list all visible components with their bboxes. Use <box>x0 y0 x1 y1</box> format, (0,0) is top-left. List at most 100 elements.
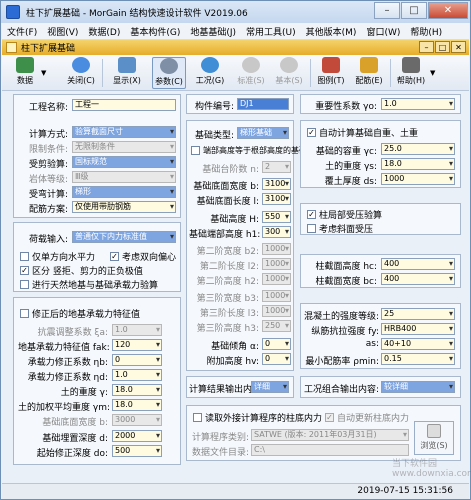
load-input-select[interactable]: 普通仅下内力标准值 <box>72 231 176 243</box>
height-h2-input[interactable]: 1000 <box>262 273 291 285</box>
bending-select[interactable]: 梯形 <box>72 186 176 198</box>
calc-method-select[interactable]: 验算截面尺寸 <box>72 126 176 138</box>
min-ratio-select[interactable]: 0.15 <box>381 353 455 365</box>
help-tool-button[interactable]: 帮助(H) <box>394 57 428 89</box>
width-b-input[interactable]: 3100 <box>262 178 291 190</box>
case-output-panel: 工况组合输出内容: 较详细 <box>300 376 461 398</box>
steel-strength-select[interactable]: HRB400 <box>381 323 455 335</box>
angle-input[interactable]: 0 <box>262 338 291 350</box>
seismic-adjust-input[interactable]: 1.0 <box>112 324 162 336</box>
bearing-panel: 修正后的地基承载力特征值 抗震调整系数 ξa: 1.0 地基承载力特征值 fak… <box>13 297 181 465</box>
component-id-input[interactable]: DJ1 <box>237 98 289 110</box>
steps-input[interactable]: 2 <box>262 161 291 173</box>
self-weight-panel: ✓自动计算基础自重、土重 基础的容重 γc: 25.0 土的重度 γs: 18.… <box>300 120 461 188</box>
show-tool-button[interactable]: 显示(X) <box>110 57 144 89</box>
height-h1-input[interactable]: 300 <box>262 226 291 238</box>
local-compression-checkbox[interactable]: ✓ 柱局部受压验算 <box>307 208 382 221</box>
param-tool-button[interactable]: 参数(C) <box>152 57 186 89</box>
length-l3-input[interactable]: 1000 <box>262 305 291 317</box>
close-tool-icon <box>72 57 90 73</box>
child-close-button[interactable]: ✕ <box>451 41 466 53</box>
column-width-input[interactable]: 400 <box>381 273 455 285</box>
length-l3-label: 第三阶长度 l3: <box>199 309 259 319</box>
length-l2-input[interactable]: 1000 <box>262 258 291 270</box>
embed-depth-input[interactable]: 2000 <box>112 430 162 442</box>
data-tool-button[interactable]: 数据 <box>10 57 40 89</box>
cover-thickness-input[interactable]: 1000 <box>381 173 455 185</box>
menu-foundation[interactable]: 地基基础(J) <box>185 25 241 38</box>
length-l-input[interactable]: 3100 <box>262 193 291 205</box>
result-output-select[interactable]: 详细 <box>251 381 289 393</box>
slope-compression-checkbox[interactable]: 考虑斜面受压 <box>307 222 373 235</box>
natural-foundation-checkbox[interactable]: 进行天然地基与基础承载力验算 <box>20 278 158 291</box>
width-b3-input[interactable]: 1000 <box>262 290 291 302</box>
biaxial-eccentric-checkbox[interactable]: ✓ 考虑双向偏心 <box>110 250 176 263</box>
child-minimize-button[interactable]: – <box>419 41 434 53</box>
menu-basic[interactable]: 基本构件(G) <box>125 25 185 38</box>
show-icon <box>118 57 136 73</box>
nb-input[interactable]: 0 <box>112 354 162 366</box>
data-dir-input[interactable]: C:\ <box>251 444 409 456</box>
assembly-tool-button[interactable]: 配筋(E) <box>352 57 386 89</box>
corrected-bearing-checkbox[interactable]: 修正后的地基承载力特征值 <box>20 307 140 320</box>
minimize-button[interactable]: – <box>374 2 400 19</box>
concrete-weight-input[interactable]: 25.0 <box>381 143 455 155</box>
help-dropdown-icon[interactable]: ▼ <box>430 69 435 77</box>
close-button[interactable]: ✕ <box>428 2 468 19</box>
basic-tool-button[interactable]: 基本(S) <box>272 57 306 89</box>
width-b2-input[interactable]: 1000 <box>262 243 291 255</box>
avg-gamma-input[interactable]: 18.0 <box>112 399 162 411</box>
program-type-select[interactable]: SATWE (版本: 2011年03月31日) <box>251 429 409 441</box>
fak-input[interactable]: 120 <box>112 339 162 351</box>
figure-tool-button[interactable]: 图例(T) <box>314 57 348 89</box>
data-dropdown-icon[interactable]: ▼ <box>41 69 46 77</box>
menu-view[interactable]: 视图(V) <box>42 25 83 38</box>
basic-icon <box>280 57 298 73</box>
menu-help[interactable]: 帮助(H) <box>405 25 447 38</box>
extra-height-input[interactable]: 0 <box>262 353 291 365</box>
base-width-input[interactable]: 3000 <box>112 414 162 426</box>
width-b3-label: 第三阶宽度 b3: <box>196 294 259 304</box>
project-name-input[interactable]: 工程一 <box>72 99 176 111</box>
zone-sign-checkbox[interactable]: ✓ 区分 竖拒、剪力的正负极值 <box>20 264 143 277</box>
column-height-input[interactable]: 400 <box>381 258 455 270</box>
menu-versions[interactable]: 其他版本(M) <box>301 25 362 38</box>
auto-refresh-checkbox[interactable]: ✓ 自动更新柱底内力 <box>325 411 409 424</box>
soil-weight-label: 土的重度 γs: <box>325 162 377 172</box>
std-tool-button[interactable]: 标准(S) <box>234 57 268 89</box>
height-H-input[interactable]: 550 <box>262 211 291 223</box>
rock-level-select[interactable]: Ⅲ级 <box>72 171 176 183</box>
case-output-select[interactable]: 较详细 <box>381 381 455 393</box>
child-restore-button[interactable]: □ <box>435 41 450 53</box>
nd-input[interactable]: 1.0 <box>112 369 162 381</box>
close-tool-button[interactable]: 关闭(C) <box>64 57 98 89</box>
start-depth-input[interactable]: 500 <box>112 445 162 457</box>
single-direction-checkbox[interactable]: 仅单方向水平力 <box>20 250 95 263</box>
limit-select[interactable]: 无限制条件 <box>72 141 176 153</box>
importance-input[interactable]: 1.0 <box>381 98 455 110</box>
foundation-type-select[interactable]: 梯形基础 <box>237 127 289 139</box>
read-external-checkbox[interactable]: 读取外接计算程序的柱底内力 <box>193 411 322 424</box>
menu-tools[interactable]: 常用工具(U) <box>241 25 301 38</box>
embed-depth-label: 基础埋置深度 d: <box>42 434 108 444</box>
menu-data[interactable]: 数据(D) <box>83 25 125 38</box>
base-width-label: 基础底面宽度 b: <box>42 418 108 428</box>
rebar-select[interactable]: 仅使用带肋钢筋 <box>72 201 176 213</box>
shear-check-select[interactable]: 国标规范 <box>72 156 176 168</box>
program-type-label: 计算程序类别: <box>191 433 249 443</box>
height-h3-input[interactable]: 250 <box>262 320 291 332</box>
concrete-grade-select[interactable]: 25 <box>381 308 455 320</box>
soil-weight-input[interactable]: 18.0 <box>381 158 455 170</box>
menu-window[interactable]: 窗口(W) <box>361 25 405 38</box>
child-title: 柱下扩展基础 <box>21 44 76 54</box>
calc-tool-button[interactable]: 工况(G) <box>193 57 227 89</box>
menu-file[interactable]: 文件(F) <box>2 25 42 38</box>
auto-weight-checkbox[interactable]: ✓ 自动计算基础自重、土重 <box>307 126 418 139</box>
extra-height-label: 附加高度 hv: <box>206 357 259 367</box>
as-select[interactable]: 40+10 <box>381 338 455 350</box>
width-b2-label: 第二阶宽度 b2: <box>196 247 259 257</box>
equal-height-checkbox[interactable]: 端部高度等于根部高度的基础 <box>191 145 307 156</box>
soil-gamma-input[interactable]: 18.0 <box>112 384 162 396</box>
maximize-button[interactable]: □ <box>401 2 427 19</box>
browse-button[interactable]: 浏览(S) <box>414 421 454 455</box>
